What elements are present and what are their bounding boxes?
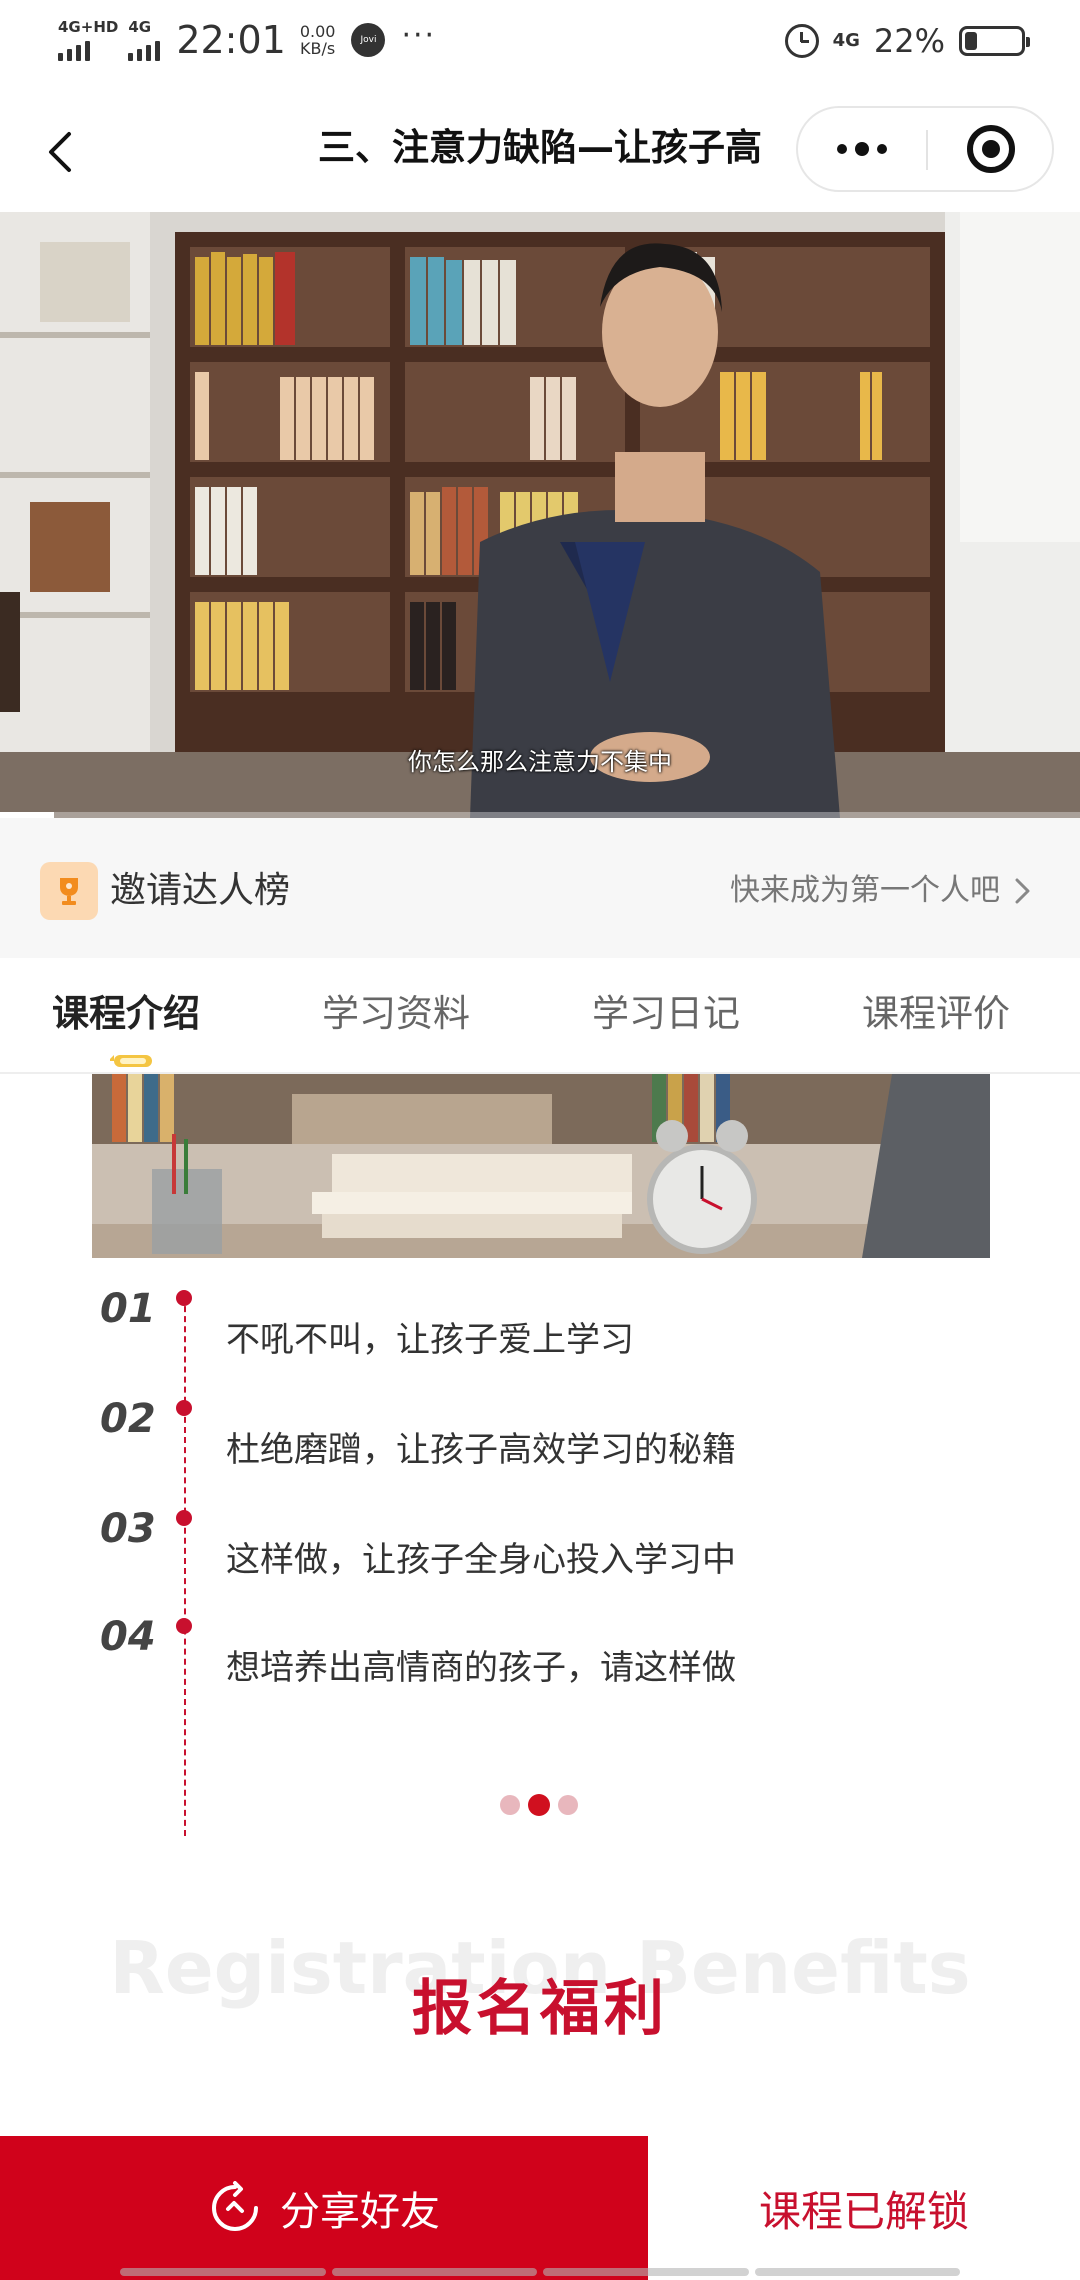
nav-bar: 三、注意力缺陷—让孩子高 xyxy=(0,86,1080,212)
benefits-title: 报名福利 xyxy=(412,1974,668,2044)
network-speed: 0.00 KB/s xyxy=(300,23,336,57)
chevron-right-icon xyxy=(1015,878,1030,904)
banner-image xyxy=(92,1074,990,1258)
toc-dot xyxy=(176,1618,192,1634)
status-bar: 4G+HD 4G 22:01 0.00 KB/s Jovi ··· 4G 22% xyxy=(0,0,1080,86)
toc-text: 这样做，让孩子全身心投入学习中 xyxy=(226,1540,736,1580)
toc-item: 04 想培养出高情商的孩子，请这样做 xyxy=(0,1614,1080,1714)
chevron-left-icon xyxy=(49,132,71,172)
share-label: 分享好友 xyxy=(280,2189,440,2235)
toc-item: 02 杜绝磨蹭，让孩子高效学习的秘籍 xyxy=(0,1396,1080,1496)
signal-sim2-icon: 4G xyxy=(128,17,161,61)
course-unlocked-button[interactable]: 课程已解锁 xyxy=(648,2136,1080,2280)
invite-leaderboard-row[interactable]: 邀请达人榜 快来成为第一个人吧 xyxy=(0,818,1080,958)
tab-bar: 课程介绍 学习资料 学习日记 课程评价 xyxy=(0,958,1080,1074)
invite-title: 邀请达人榜 xyxy=(110,870,291,911)
alarm-icon xyxy=(784,24,819,58)
course-intro-content: 01 不吼不叫，让孩子爱上学习 02 杜绝磨蹭，让孩子高效学习的秘籍 03 这样… xyxy=(0,1074,1080,2136)
pager-dot[interactable] xyxy=(500,1795,520,1815)
video-player[interactable]: 你怎么那么注意力不集中 xyxy=(0,212,1080,818)
toc-text: 杜绝磨蹭，让孩子高效学习的秘籍 xyxy=(226,1430,736,1470)
tab-course-intro[interactable]: 课程介绍 xyxy=(52,986,200,1042)
clock: 22:01 xyxy=(176,18,286,62)
toc-text: 不吼不叫，让孩子爱上学习 xyxy=(226,1320,634,1360)
toc-number: 04 xyxy=(100,1614,156,1660)
battery-icon xyxy=(959,26,1030,56)
toc-number: 01 xyxy=(100,1286,156,1332)
toc-dot xyxy=(176,1290,192,1306)
tab-course-reviews[interactable]: 课程评价 xyxy=(862,986,1010,1042)
refresh-share-icon xyxy=(212,2181,258,2231)
carousel-pager xyxy=(500,1794,578,1816)
toc-number: 02 xyxy=(100,1396,156,1442)
toc-number: 03 xyxy=(100,1506,156,1552)
close-button[interactable] xyxy=(928,108,1054,190)
toc-item: 03 这样做，让孩子全身心投入学习中 xyxy=(0,1506,1080,1606)
sim2-label: 4G xyxy=(128,17,152,36)
pencil-icon xyxy=(110,1055,152,1067)
toc-text: 想培养出高情商的孩子，请这样做 xyxy=(226,1648,736,1688)
network-type: 4G xyxy=(832,30,860,51)
battery-percent: 22% xyxy=(873,22,945,60)
tab-study-materials[interactable]: 学习资料 xyxy=(322,986,470,1042)
toc-dot xyxy=(176,1510,192,1526)
bottom-action-bar: 分享好友 课程已解锁 xyxy=(0,2136,1080,2280)
target-close-icon xyxy=(967,125,1015,173)
pager-dot-active[interactable] xyxy=(528,1794,550,1816)
share-button[interactable]: 分享好友 xyxy=(0,2136,648,2280)
toc-dot xyxy=(176,1400,192,1416)
home-indicator xyxy=(120,2268,960,2276)
video-frame xyxy=(0,212,1080,818)
invite-cta: 快来成为第一个人吧 xyxy=(730,873,1000,908)
mini-program-capsule xyxy=(796,106,1054,192)
speed-unit: KB/s xyxy=(300,39,336,58)
page-title: 三、注意力缺陷—让孩子高 xyxy=(318,126,762,169)
back-button[interactable] xyxy=(30,122,90,182)
sim1-label: 4G+HD xyxy=(58,17,119,36)
jovi-icon: Jovi xyxy=(351,23,386,57)
video-subtitle: 你怎么那么注意力不集中 xyxy=(408,748,672,776)
signal-sim1-icon: 4G+HD xyxy=(58,17,119,61)
speed-value: 0.00 xyxy=(299,22,336,41)
tab-study-diary[interactable]: 学习日记 xyxy=(592,986,740,1042)
more-button[interactable] xyxy=(798,108,926,190)
toc-item: 01 不吼不叫，让孩子爱上学习 xyxy=(0,1286,1080,1386)
trophy-icon xyxy=(40,862,98,920)
pager-dot[interactable] xyxy=(558,1795,578,1815)
more-notifications-icon: ··· xyxy=(401,17,437,53)
more-dots-icon xyxy=(837,144,847,154)
